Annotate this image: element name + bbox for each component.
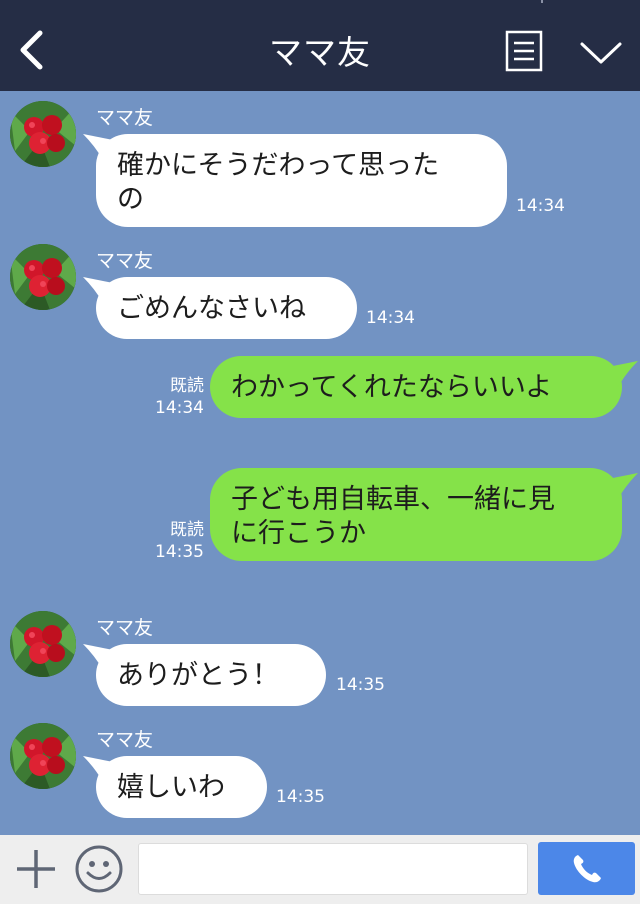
message-bubble[interactable]: 嬉しいわ xyxy=(96,756,267,818)
avatar[interactable] xyxy=(10,611,76,677)
status-notch xyxy=(541,0,543,3)
read-receipt: 既読 14:35 xyxy=(140,519,204,563)
message-text-line: に行こうか xyxy=(231,518,366,549)
avatar[interactable] xyxy=(10,244,76,310)
message-text-line: 嬉しいわ xyxy=(117,772,225,803)
flower-avatar-icon xyxy=(10,101,76,167)
bubble-tail xyxy=(608,361,638,387)
sender-name: ママ友 xyxy=(96,729,154,751)
read-label: 既読 xyxy=(170,520,204,540)
message-bubble[interactable]: 確かにそうだわって思った の xyxy=(96,134,507,227)
message-text-line: 子ども用自転車、一緒に見 xyxy=(231,484,555,515)
phone-icon xyxy=(573,854,601,882)
message-time: 14:34 xyxy=(516,196,565,216)
message-text-line: ありがとう！ xyxy=(117,660,279,691)
collapse-button[interactable] xyxy=(578,34,624,70)
flower-avatar-icon xyxy=(10,244,76,310)
bubble-tail xyxy=(608,473,638,499)
chat-title: ママ友 xyxy=(269,33,371,72)
composer-bar xyxy=(0,835,640,904)
message-bubble[interactable]: ありがとう！ xyxy=(96,644,326,706)
chevron-down-icon xyxy=(580,42,622,64)
message-time: 14:34 xyxy=(155,398,204,418)
back-button[interactable] xyxy=(14,28,48,72)
flower-avatar-icon xyxy=(10,723,76,789)
message-bubble[interactable]: わかってくれたならいいよ xyxy=(210,356,622,418)
message-text-line: ごめんなさいね xyxy=(117,293,306,324)
message-time: 14:34 xyxy=(366,308,415,328)
menu-button[interactable] xyxy=(505,30,543,72)
flower-avatar-icon xyxy=(10,611,76,677)
message-text-line: の xyxy=(117,184,144,215)
emoji-button[interactable] xyxy=(73,843,125,895)
message-bubble[interactable]: 子ども用自転車、一緒に見 に行こうか xyxy=(210,468,622,561)
message-time: 14:35 xyxy=(336,675,385,695)
read-receipt: 既読 14:34 xyxy=(140,375,204,419)
message-time: 14:35 xyxy=(155,542,204,562)
message-text-line: 確かにそうだわって思った xyxy=(117,150,440,181)
sender-name: ママ友 xyxy=(96,617,154,639)
chat-header: ママ友 xyxy=(0,0,640,91)
chat-area[interactable]: ママ友 確かにそうだわって思った の 14:34 ママ友 ごめんなさいね 14:… xyxy=(0,91,640,835)
message-input[interactable] xyxy=(138,843,528,895)
call-button[interactable] xyxy=(538,842,635,895)
sender-name: ママ友 xyxy=(96,107,154,129)
sender-name: ママ友 xyxy=(96,250,154,272)
plus-icon xyxy=(17,850,55,888)
message-text-line: わかってくれたならいいよ xyxy=(231,372,553,403)
message-bubble[interactable]: ごめんなさいね xyxy=(96,277,357,339)
menu-list-icon xyxy=(505,30,543,72)
avatar[interactable] xyxy=(10,723,76,789)
avatar[interactable] xyxy=(10,101,76,167)
add-button[interactable] xyxy=(14,847,58,891)
message-time: 14:35 xyxy=(276,787,325,807)
smiley-icon xyxy=(75,845,123,893)
chevron-left-icon xyxy=(20,30,43,70)
read-label: 既読 xyxy=(170,376,204,396)
